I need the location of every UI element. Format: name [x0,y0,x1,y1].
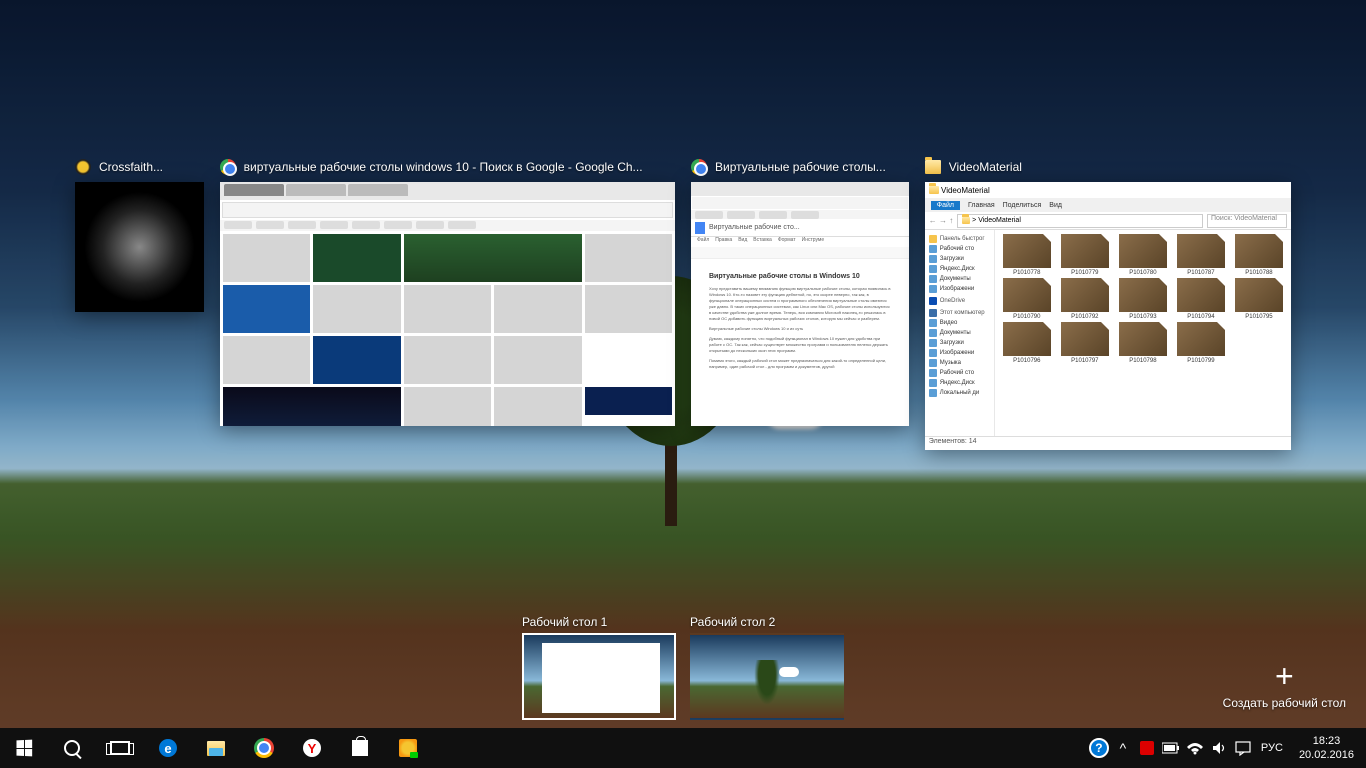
file-item[interactable]: P1010793 [1115,278,1171,320]
virtual-desktop-1[interactable]: Рабочий стол 1 [522,615,676,720]
virtual-desktops-row: Рабочий стол 1 Рабочий стол 2 [522,615,844,720]
new-desktop-button[interactable]: + Создать рабочий стол [1223,660,1346,710]
window-title: VideoMaterial [949,160,1022,174]
volume-tray-icon[interactable] [1207,728,1231,768]
file-explorer-button[interactable] [192,728,240,768]
file-item[interactable]: P1010799 [1173,322,1229,364]
window-title: виртуальные рабочие столы windows 10 - П… [244,160,643,174]
window-title: Crossfaith... [99,160,163,174]
file-item[interactable]: P1010779 [1057,234,1113,276]
clock[interactable]: 18:23 20.02.2016 [1289,734,1364,763]
folder-icon [925,160,941,174]
tray-chevron-icon[interactable]: ^ [1111,728,1135,768]
file-item[interactable]: P1010778 [999,234,1055,276]
start-button[interactable] [0,728,48,768]
window-thumb-explorer[interactable]: VideoMaterial VideoMaterial ФайлГлавнаяП… [925,158,1291,426]
window-thumb-chrome-docs[interactable]: Виртуальные рабочие столы... Виртуальные… [691,158,909,426]
file-item[interactable]: P1010795 [1231,278,1287,320]
yandex-button[interactable]: Y [288,728,336,768]
window-title: Виртуальные рабочие столы... [715,160,886,174]
aimp-button[interactable] [384,728,432,768]
file-item[interactable]: P1010792 [1057,278,1113,320]
file-item[interactable]: P1010797 [1057,322,1113,364]
search-icon [64,740,80,756]
file-item[interactable]: P1010798 [1115,322,1171,364]
window-thumb-aimp[interactable]: Crossfaith... [75,158,204,426]
explorer-icon [207,741,225,756]
action-center-icon[interactable] [1231,728,1255,768]
file-item[interactable]: P1010796 [999,322,1055,364]
file-item[interactable]: P1010788 [1231,234,1287,276]
search-button[interactable] [48,728,96,768]
file-item[interactable]: P1010780 [1115,234,1171,276]
status-bar: Элементов: 14 [925,436,1291,450]
language-indicator[interactable]: РУС [1255,742,1289,754]
edge-icon: e [159,739,177,757]
store-icon [352,740,368,756]
file-item[interactable]: P1010794 [1173,278,1229,320]
plus-icon: + [1223,660,1346,692]
gdoc-title: Виртуальные рабочие сто... [709,224,800,231]
open-windows-row: Crossfaith... виртуальные рабочие столы … [75,158,1291,426]
virtual-desktop-2[interactable]: Рабочий стол 2 [690,615,844,720]
chrome-icon [254,738,274,758]
search-field: Поиск: VideoMaterial [1207,214,1287,228]
taskbar: e Y ? ^ РУС 18:23 20.02.2016 [0,728,1366,768]
gdoc-heading: Виртуальные рабочие столы в Windows 10 [709,273,891,280]
chrome-icon [691,159,707,175]
file-item[interactable]: P1010787 [1173,234,1229,276]
help-tray-icon[interactable]: ? [1087,728,1111,768]
file-item[interactable]: P1010790 [999,278,1055,320]
battery-tray-icon[interactable] [1159,728,1183,768]
chrome-icon [220,159,236,175]
network-tray-icon[interactable] [1183,728,1207,768]
album-art [75,182,204,312]
aimp-icon [75,159,91,175]
avira-tray-icon[interactable] [1135,728,1159,768]
task-view-button[interactable] [96,728,144,768]
edge-button[interactable]: e [144,728,192,768]
task-view-icon [110,741,130,755]
window-thumb-chrome-images[interactable]: виртуальные рабочие столы windows 10 - П… [220,158,675,426]
aimp-icon [399,739,417,757]
store-button[interactable] [336,728,384,768]
task-view: Crossfaith... виртуальные рабочие столы … [0,0,1366,768]
yandex-icon: Y [303,739,321,757]
chrome-button[interactable] [240,728,288,768]
